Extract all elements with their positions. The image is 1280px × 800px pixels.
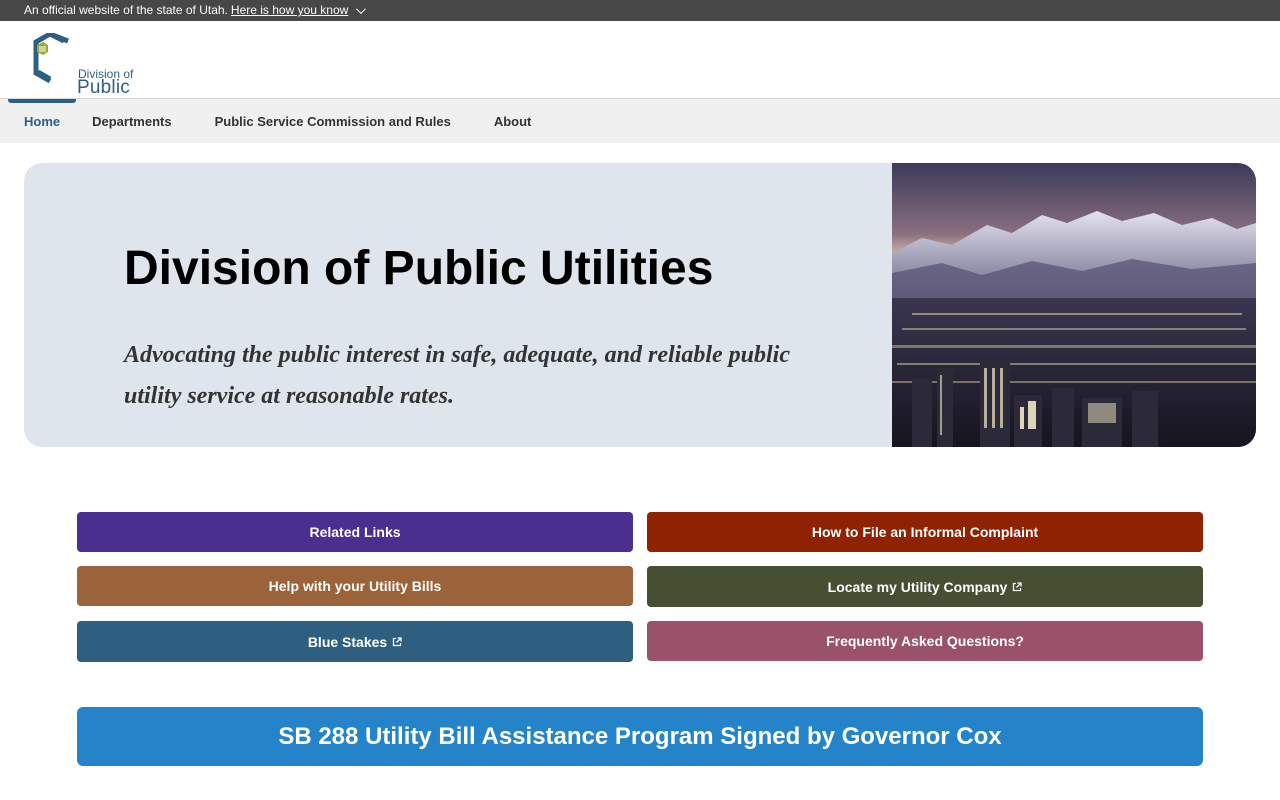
informal-complaint-button[interactable]: How to File an Informal Complaint: [647, 512, 1203, 552]
button-label: How to File an Informal Complaint: [811, 524, 1039, 540]
hero-tagline: Advocating the public interest in safe, …: [124, 342, 790, 409]
city-night-image: [892, 163, 1256, 447]
how-you-know-label: Here is how you know: [230, 3, 349, 17]
sb288-announcement-button[interactable]: SB 288 Utility Bill Assistance Program S…: [77, 707, 1203, 766]
related-links-button[interactable]: Related Links: [77, 512, 633, 552]
button-label: Help with your Utility Bills: [268, 578, 442, 594]
button-label: Locate my Utility Company: [827, 578, 1008, 595]
site-logo[interactable]: Division of Public Utilities: [28, 33, 188, 120]
nav-item-departments[interactable]: Departments: [92, 114, 171, 129]
nav-item-psc-rules[interactable]: Public Service Commission and Rules: [215, 114, 451, 129]
faq-button[interactable]: Frequently Asked Questions?: [647, 621, 1203, 661]
announcement-label: SB 288 Utility Bill Assistance Program S…: [278, 722, 1002, 750]
site-header: Division of Public Utilities: [0, 21, 1280, 120]
locate-utility-company-button[interactable]: Locate my Utility Company: [647, 566, 1203, 607]
how-you-know-link[interactable]: Here is how you know: [230, 0, 367, 21]
external-link-icon: [1013, 581, 1022, 591]
button-label: Related Links: [309, 524, 401, 540]
chevron-down-icon: [356, 4, 367, 15]
button-label: Frequently Asked Questions?: [826, 633, 1024, 649]
button-label: Blue Stakes: [307, 633, 388, 650]
main-nav: Home Departments Public Service Commissi…: [0, 99, 1280, 143]
blue-stakes-button[interactable]: Blue Stakes: [77, 621, 633, 662]
hero-section: Division of Public Utilities Advocating …: [24, 163, 1256, 447]
nav-item-about[interactable]: About: [494, 114, 532, 129]
state-banner-text: An official website of the state of Utah…: [24, 3, 228, 17]
active-nav-indicator: [8, 99, 76, 103]
nav-item-home[interactable]: Home: [24, 114, 60, 129]
external-link-icon: [393, 636, 402, 646]
state-banner: An official website of the state of Utah…: [0, 0, 1280, 21]
utility-bills-help-button[interactable]: Help with your Utility Bills: [77, 566, 633, 606]
page-title: Division of Public Utilities: [124, 242, 714, 295]
